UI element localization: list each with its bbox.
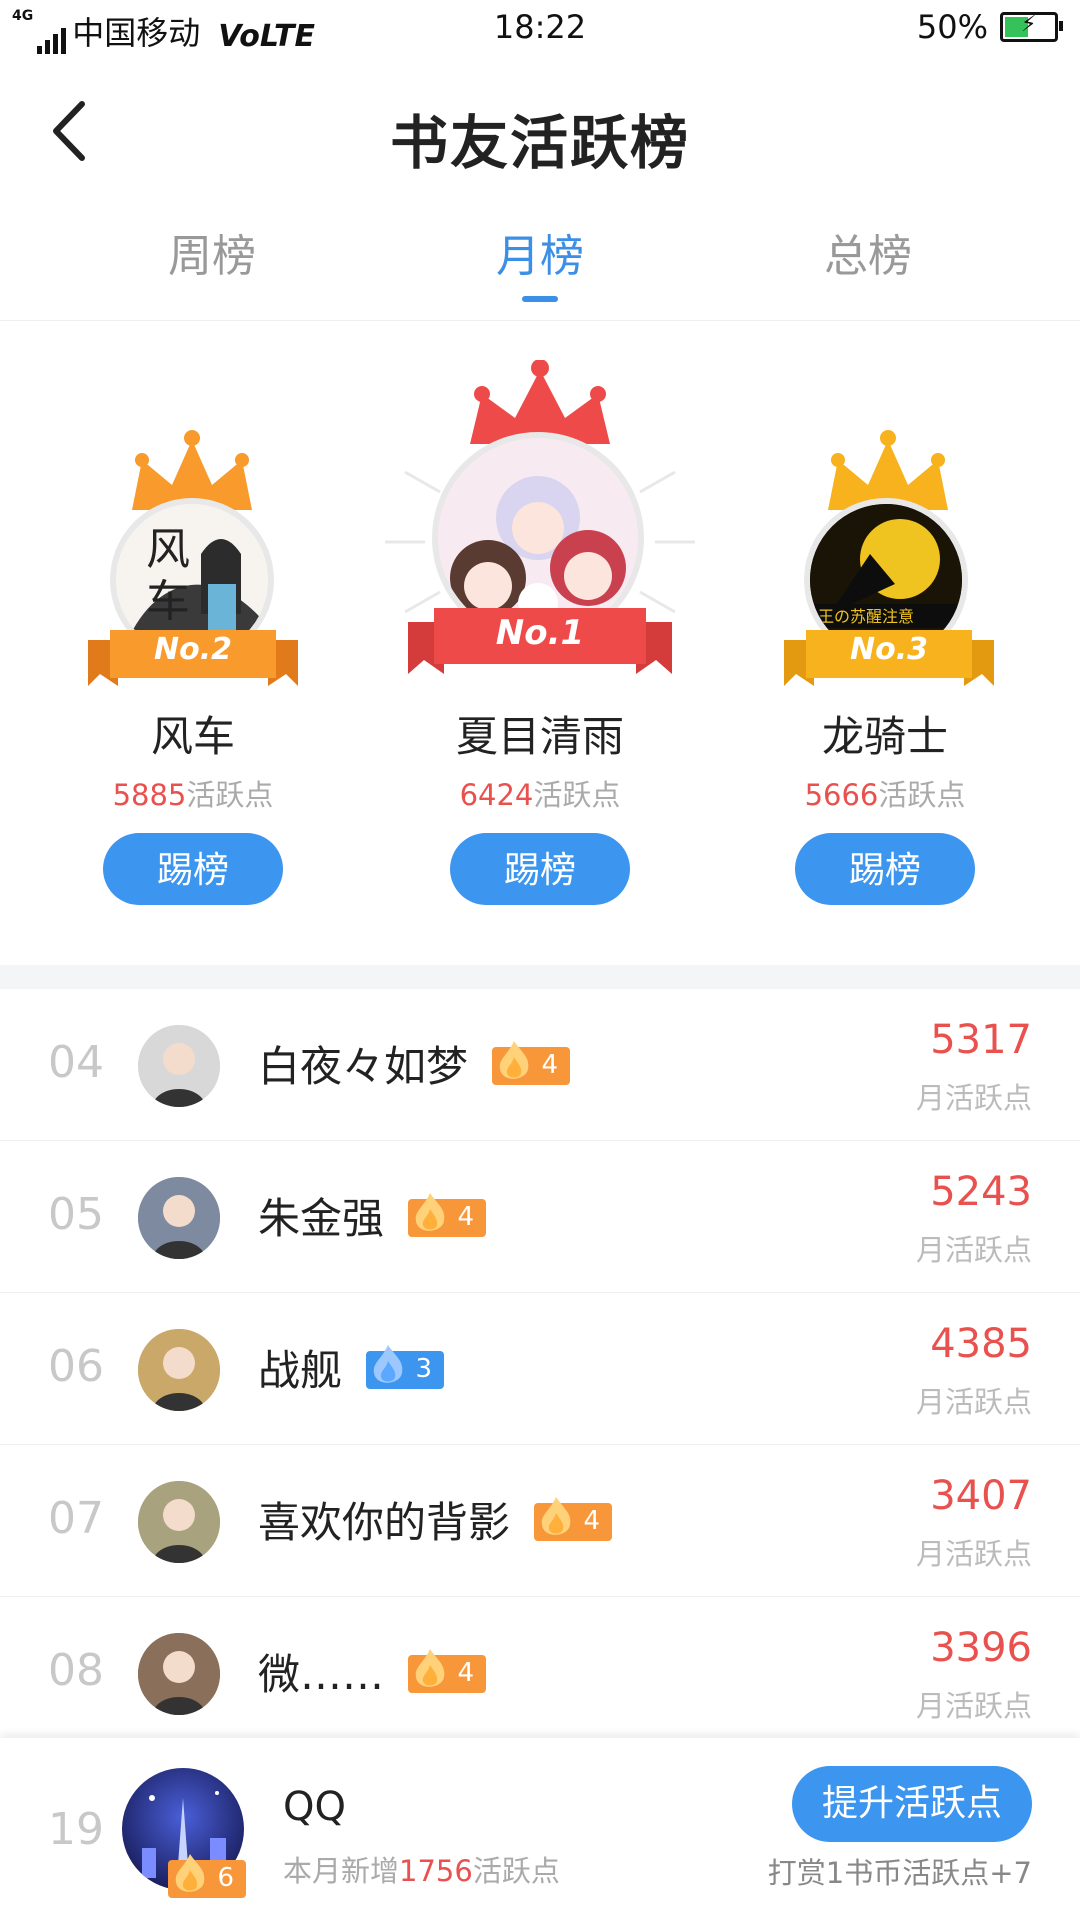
avatar-image [138, 1481, 220, 1563]
level-badge: 4 [534, 1497, 612, 1541]
kick-button[interactable]: 踢榜 [103, 833, 283, 905]
rank-number: 05 [48, 1189, 104, 1240]
avatar[interactable] [138, 1633, 220, 1715]
status-bar: 4G 中国移动 VoLTE 18:22 50% ⚡ [0, 0, 1080, 56]
points: 6424活跃点 [459, 778, 621, 812]
flame-icon [373, 1345, 403, 1383]
level-badge: 4 [492, 1041, 570, 1085]
rank-label: No.1 [495, 613, 585, 653]
points: 5885活跃点 [112, 778, 274, 812]
level-badge: 6 [168, 1854, 246, 1898]
level-badge: 4 [408, 1193, 486, 1237]
avatar[interactable] [138, 1177, 220, 1259]
flame-icon [499, 1041, 529, 1079]
user-name: 白夜々如梦 [258, 1042, 469, 1091]
avatar[interactable] [138, 1329, 220, 1411]
tab-monthly[interactable]: 月榜 [440, 220, 640, 284]
score-label: 月活跃点 [915, 1233, 1032, 1267]
list-item[interactable]: 06 战舰 3 4385 月活跃点 [0, 1293, 1080, 1445]
rank-number: 08 [48, 1645, 104, 1696]
score-value: 5317 [930, 1017, 1032, 1063]
kick-button[interactable]: 踢榜 [450, 833, 630, 905]
list-item[interactable]: 07 喜欢你的背影 4 3407 月活跃点 [0, 1445, 1080, 1597]
boost-activity-button[interactable]: 提升活跃点 [792, 1766, 1032, 1842]
score-value: 5243 [930, 1169, 1032, 1215]
rank-list: 04 白夜々如梦 4 5317 月活跃点 05 朱金强 4 5243 月活跃点 06 战舰 3 4385 月… [0, 989, 1080, 1749]
top-three-podium: 风 车 No.2 风车 5885活跃点 踢榜 No.1 夏目清雨 6424活跃点… [0, 320, 1080, 965]
tab-total[interactable]: 总榜 [768, 220, 968, 284]
my-rank-bar: 19 6 QQ 本月新增1756活跃点 提升活跃点 打赏1书币活跃点+7 [0, 1738, 1080, 1920]
avatar-image [138, 1177, 220, 1259]
period-tabs: 周榜 月榜 总榜 [0, 220, 1080, 321]
battery-icon: ⚡ [1000, 12, 1063, 42]
avatar[interactable] [138, 1025, 220, 1107]
my-name: QQ [283, 1784, 346, 1830]
score-value: 3407 [930, 1473, 1032, 1519]
list-item[interactable]: 08 微…… 4 3396 月活跃点 [0, 1597, 1080, 1749]
page-title: 书友活跃榜 [389, 109, 690, 177]
score-value: 3396 [930, 1625, 1032, 1671]
rank-number: 06 [48, 1341, 104, 1392]
rank-label: No.3 [850, 632, 928, 667]
score-label: 月活跃点 [915, 1537, 1032, 1571]
level-badge: 3 [366, 1345, 444, 1389]
tab-weekly[interactable]: 周榜 [112, 220, 312, 284]
section-divider [0, 965, 1080, 989]
list-item[interactable]: 04 白夜々如梦 4 5317 月活跃点 [0, 989, 1080, 1141]
my-monthly-gain: 本月新增1756活跃点 [283, 1854, 560, 1888]
flame-icon [415, 1649, 445, 1687]
my-rank: 19 [48, 1804, 104, 1855]
level-badge: 4 [408, 1649, 486, 1693]
rank-number: 07 [48, 1493, 104, 1544]
user-name: 微…… [258, 1650, 385, 1699]
score-label: 月活跃点 [915, 1385, 1032, 1419]
kick-button[interactable]: 踢榜 [795, 833, 975, 905]
rank-label: No.2 [154, 632, 232, 667]
avatar[interactable] [138, 1481, 220, 1563]
user-name: 风车 [150, 712, 235, 761]
flame-icon [541, 1497, 571, 1535]
podium-item-3: 王の苏醒注意 No.3 龙骑士 5666活跃点 踢榜 [700, 320, 1080, 965]
user-name: 喜欢你的背影 [258, 1498, 511, 1547]
battery-percent: 50% [916, 8, 988, 46]
user-name: 战舰 [258, 1346, 343, 1395]
app-header: 书友活跃榜 [0, 80, 1080, 180]
user-name: 龙骑士 [821, 712, 948, 761]
points: 5666活跃点 [804, 778, 966, 812]
score-label: 月活跃点 [915, 1689, 1032, 1723]
rank-number: 04 [48, 1037, 104, 1088]
podium-item-2: 风 车 No.2 风车 5885活跃点 踢榜 [0, 320, 380, 965]
list-item[interactable]: 05 朱金强 4 5243 月活跃点 [0, 1141, 1080, 1293]
score-value: 4385 [930, 1321, 1032, 1367]
reward-tip: 打赏1书币活跃点+7 [767, 1856, 1032, 1890]
user-name: 朱金强 [258, 1194, 385, 1243]
svg-text:风: 风 [146, 524, 190, 575]
flame-icon [175, 1854, 205, 1892]
avatar-image [138, 1329, 220, 1411]
avatar-image [138, 1633, 220, 1715]
avatar-image [138, 1025, 220, 1107]
active-tab-indicator [522, 296, 558, 302]
podium-item-1: No.1 夏目清雨 6424活跃点 踢榜 [350, 320, 730, 965]
flame-icon [415, 1193, 445, 1231]
user-name: 夏目清雨 [455, 712, 624, 761]
score-label: 月活跃点 [915, 1081, 1032, 1115]
